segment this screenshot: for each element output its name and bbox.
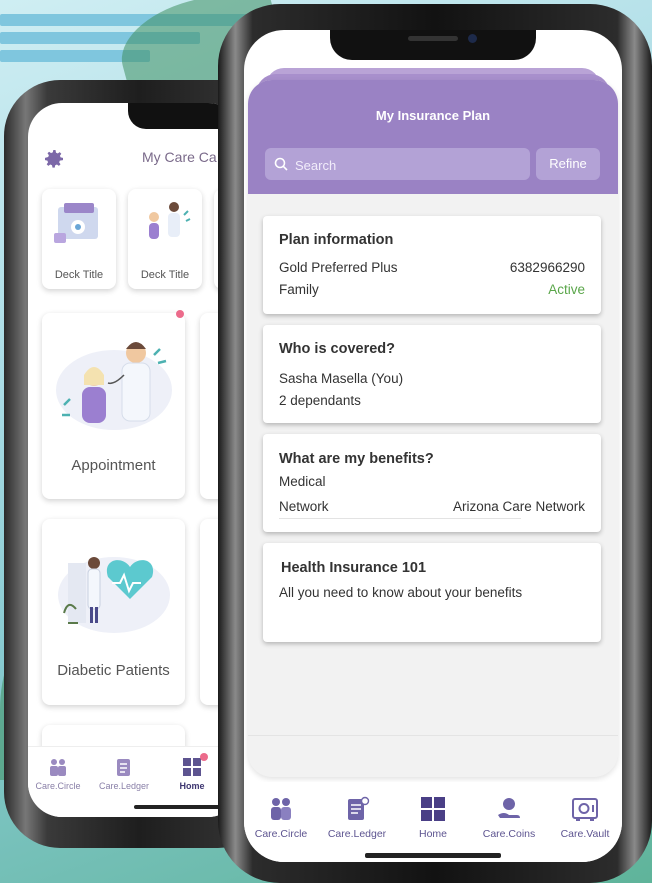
deck-card[interactable]: Deck Title: [128, 189, 202, 289]
plan-information-card[interactable]: Plan information Gold Preferred Plus 638…: [263, 216, 601, 314]
appointment-label: Appointment: [71, 457, 156, 474]
coverage-type: Family: [279, 282, 319, 297]
tab-label: Care.Coins: [482, 828, 536, 840]
deck-illustration: [54, 203, 98, 243]
appointment-tile[interactable]: Appointment: [42, 313, 185, 499]
card-title: Plan information: [279, 232, 394, 248]
network-row: Network Arizona Care Network: [279, 499, 585, 514]
notification-dot: [176, 310, 184, 318]
tab-label: Care.Circle: [254, 828, 308, 840]
divider: [248, 735, 618, 736]
tab-care-coins[interactable]: Care.Coins: [472, 796, 546, 840]
doctor-illustration: [149, 202, 191, 239]
benefits-card[interactable]: What are my benefits? Medical Network Ar…: [263, 434, 601, 532]
deck-card[interactable]: Deck Title: [42, 189, 116, 289]
search-icon: [274, 157, 288, 171]
status-badge: Active: [548, 282, 585, 297]
back-tab-label: Home: [179, 781, 205, 791]
plan-name: Gold Preferred Plus: [279, 260, 398, 275]
tab-label: Home: [418, 828, 447, 840]
search-input[interactable]: [293, 148, 527, 182]
diabetic-patients-label: Diabetic Patients: [57, 662, 170, 679]
speaker: [408, 36, 458, 41]
health-insurance-101-card[interactable]: Health Insurance 101 All you need to kno…: [263, 543, 601, 642]
divider: [279, 518, 521, 519]
notch: [330, 30, 536, 60]
tab-home[interactable]: Home: [396, 796, 470, 840]
vault-icon: [572, 798, 598, 821]
back-phone-screen: My Care Ca Deck Title Deck Title Appoint: [28, 103, 242, 817]
ledger-icon: [348, 796, 370, 820]
refine-button[interactable]: Refine: [536, 148, 600, 180]
who-is-covered-card[interactable]: Who is covered? Sasha Masella (You) 2 de…: [263, 325, 601, 423]
network-value: Arizona Care Network: [452, 499, 585, 514]
plan-number: 6382966290: [509, 260, 585, 275]
card-title: Health Insurance 101: [281, 560, 427, 576]
back-tab-care-ledger[interactable]: Care.Ledger: [94, 757, 154, 791]
tab-care-ledger[interactable]: Care.Ledger: [320, 796, 394, 840]
back-tab-care-circle[interactable]: Care.Circle: [28, 757, 88, 791]
back-tab-label: Care.Ledger: [98, 781, 150, 791]
search-bar[interactable]: [265, 148, 530, 182]
member-name: Sasha Masella (You): [279, 371, 404, 386]
card-title: What are my benefits?: [279, 451, 434, 467]
tab-label: Care.Ledger: [327, 828, 387, 840]
tab-care-vault[interactable]: Care.Vault: [548, 796, 622, 840]
card-description: All you need to know about your benefits: [279, 585, 523, 600]
insurance-plan-sheet: My Insurance Plan Refine Plan informatio…: [248, 80, 618, 777]
coin-hand-icon: [498, 798, 520, 818]
home-badge-dot: [200, 753, 208, 761]
back-screen-title: My Care Ca: [142, 149, 217, 165]
page-title: My Insurance Plan: [375, 108, 491, 123]
plan-row: Gold Preferred Plus 6382966290: [279, 260, 585, 275]
card-title: Who is covered?: [279, 341, 396, 357]
people-icon: [50, 759, 66, 776]
front-phone-screen: My Insurance Plan Refine Plan informatio…: [244, 30, 622, 862]
home-indicator: [365, 853, 501, 858]
diabetic-illustration: [58, 557, 170, 633]
tab-care-circle[interactable]: Care.Circle: [244, 796, 318, 840]
deck-title: Deck Title: [140, 269, 190, 281]
dependants-count: 2 dependants: [279, 393, 361, 408]
diabetic-patients-tile[interactable]: Diabetic Patients: [42, 519, 185, 705]
camera-icon: [468, 34, 477, 43]
ledger-icon: [117, 759, 130, 776]
tab-bar: Care.Circle Care.Ledger Home Care.Coins: [244, 782, 622, 862]
appointment-illustration: [56, 342, 172, 430]
network-label: Network: [279, 499, 329, 514]
home-grid-icon: [421, 797, 445, 821]
sheet-header: My Insurance Plan Refine: [248, 80, 618, 194]
deck-title: Deck Title: [54, 269, 104, 281]
tab-label: Care.Vault: [560, 828, 610, 840]
home-grid-icon: [183, 758, 201, 776]
back-tab-label: Care.Circle: [35, 781, 81, 791]
coverage-row: Family Active: [279, 282, 585, 297]
gear-icon[interactable]: [42, 147, 66, 171]
people-icon: [271, 798, 291, 820]
benefit-category: Medical: [279, 474, 326, 489]
back-tab-home[interactable]: Home: [162, 757, 222, 791]
